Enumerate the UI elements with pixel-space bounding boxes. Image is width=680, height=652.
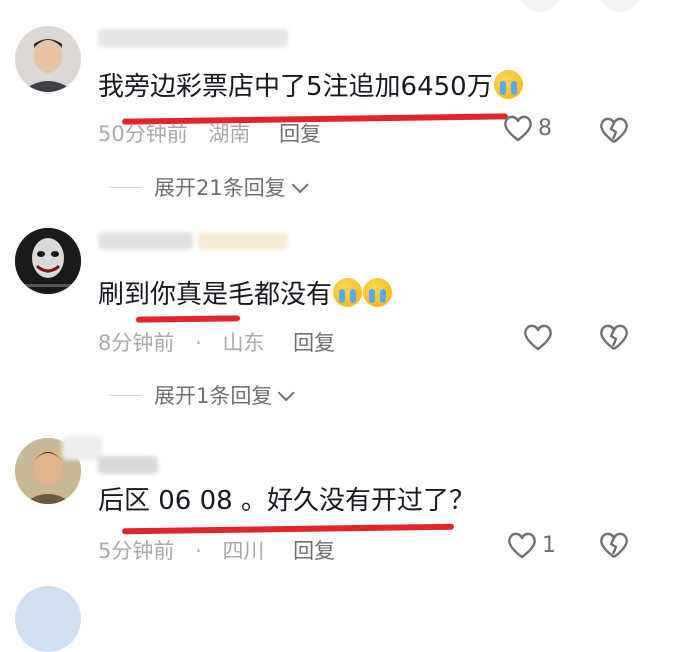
- like-count: 1: [542, 532, 556, 558]
- like-button[interactable]: 1: [506, 530, 556, 560]
- dislike-button[interactable]: [598, 530, 630, 564]
- comment-body: 后区 06 08 。好久没有开过了？: [98, 486, 475, 516]
- meta-separator: ·: [195, 539, 202, 563]
- broken-heart-icon: [600, 532, 628, 558]
- username-blurred[interactable]: [62, 436, 298, 474]
- comment-location: 四川: [222, 539, 265, 563]
- comment-meta: 5分钟前 · 四川 回复: [98, 535, 349, 565]
- comment-text: 后区 06 08 。好久没有开过了？: [98, 486, 475, 516]
- red-underline-annotation: [121, 523, 455, 535]
- reply-button[interactable]: 回复: [293, 539, 335, 563]
- comment-time: 5分钟前: [98, 539, 175, 563]
- heart-outline-icon: [508, 532, 536, 559]
- comment-item-3: 后区 06 08 。好久没有开过了？ 5分钟前 · 四川 回复 1: [0, 0, 680, 596]
